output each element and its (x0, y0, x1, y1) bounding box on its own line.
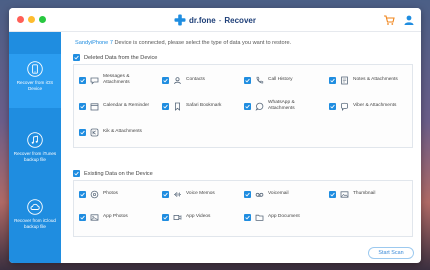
checkbox[interactable] (79, 190, 86, 198)
checkbox[interactable] (79, 102, 86, 110)
device-name: SandyiPhone 7 (75, 40, 113, 46)
existing-select-all-checkbox[interactable] (73, 170, 80, 177)
option-label: Voice Memos (186, 191, 215, 196)
phone-call-icon (256, 76, 264, 83)
cart-icon[interactable] (383, 14, 395, 26)
title-bar: dr.fone - Recover (9, 8, 421, 32)
option-label: Notes & Attachments (353, 77, 398, 82)
photos-icon (90, 190, 99, 198)
option-whatsapp[interactable]: WhatsApp & Attachments (244, 99, 318, 113)
voicemail-icon (255, 192, 264, 197)
sidebar: Recover from iOS Device Recover from iTu… (9, 32, 61, 263)
option-label: Calendar & Reminder (103, 103, 150, 108)
option-label: Call History (268, 77, 293, 82)
title-separator: - (218, 15, 222, 25)
app-window: dr.fone - Recover Recover from iOS Devic… (9, 8, 421, 263)
option-contacts[interactable]: Contacts (162, 73, 236, 87)
checkbox[interactable] (79, 213, 86, 221)
bookmark-icon (175, 102, 180, 111)
existing-data-panel: Photos Voice Memos Voicemail Thumbnail A… (73, 180, 413, 237)
option-safari-bookmark[interactable]: Safari Bookmark (162, 99, 236, 113)
message-icon (90, 77, 99, 84)
checkbox[interactable] (329, 76, 336, 84)
checkbox[interactable] (162, 76, 169, 84)
option-call-history[interactable]: Call History (244, 73, 318, 87)
option-label: Photos (103, 191, 118, 196)
option-kik[interactable]: Kik & Attachments (79, 125, 153, 139)
start-scan-button[interactable]: Start Scan (368, 247, 414, 259)
section-title: Existing Data on the Device (84, 170, 153, 177)
option-label: App Photos (103, 214, 128, 219)
deleted-data-panel: Messages & Attachments Contacts Call His… (73, 64, 413, 148)
thumbnail-icon (340, 190, 349, 198)
notes-icon (341, 76, 348, 84)
option-photos[interactable]: Photos (79, 187, 153, 201)
option-voice-memos[interactable]: Voice Memos (162, 187, 236, 201)
checkbox[interactable] (244, 190, 251, 198)
option-label: Safari Bookmark (186, 103, 222, 108)
option-messages[interactable]: Messages & Attachments (79, 73, 153, 87)
connection-message: SandyiPhone 7 Device is connected, pleas… (75, 40, 291, 46)
option-app-document[interactable]: App Document (244, 210, 318, 224)
checkbox[interactable] (162, 213, 169, 221)
sidebar-item-label: Recover from iOS Device (16, 80, 54, 91)
checkbox[interactable] (244, 76, 251, 84)
user-account-icon[interactable] (403, 14, 415, 26)
sidebar-item-label: Recover from iCloud backup file (14, 218, 56, 229)
brand-name: dr.fone (189, 15, 216, 25)
sidebar-item-ios-device[interactable]: Recover from iOS Device (9, 54, 61, 108)
app-title: dr.fone - Recover (9, 13, 421, 27)
option-thumbnail[interactable]: Thumbnail (329, 187, 403, 201)
existing-data-header[interactable]: Existing Data on the Device (73, 169, 153, 178)
option-label: Messages & Attachments (103, 74, 130, 85)
music-icon (27, 132, 43, 148)
kik-icon (90, 128, 99, 136)
option-label: Thumbnail (353, 191, 376, 196)
sidebar-item-label: Recover from iTunes backup file (13, 151, 57, 162)
option-label: Voicemail (268, 191, 289, 196)
option-notes[interactable]: Notes & Attachments (329, 73, 403, 87)
cloud-icon (27, 199, 43, 215)
drfone-logo-icon (174, 14, 186, 26)
checkbox[interactable] (162, 190, 169, 198)
option-label: WhatsApp & Attachments (268, 100, 295, 111)
option-label: App Videos (186, 214, 211, 219)
sidebar-item-itunes-backup[interactable]: Recover from iTunes backup file (9, 125, 61, 179)
checkbox[interactable] (329, 190, 336, 198)
option-voicemail[interactable]: Voicemail (244, 187, 318, 201)
checkbox[interactable] (162, 102, 169, 110)
option-label: Kik & Attachments (103, 129, 142, 134)
contacts-icon (174, 76, 181, 84)
option-label: Viber & Attachments (353, 103, 397, 108)
option-app-photos[interactable]: App Photos (79, 210, 153, 224)
option-app-videos[interactable]: App Videos (162, 210, 236, 224)
module-name: Recover (224, 15, 256, 25)
checkbox[interactable] (329, 102, 336, 110)
app-document-icon (255, 214, 264, 221)
option-viber[interactable]: Viber & Attachments (329, 99, 403, 113)
checkbox[interactable] (79, 128, 86, 136)
checkbox[interactable] (244, 102, 251, 110)
app-photos-icon (90, 213, 99, 221)
main-content: SandyiPhone 7 Device is connected, pleas… (61, 32, 421, 263)
section-title: Deleted Data from the Device (84, 54, 158, 61)
deleted-data-header[interactable]: Deleted Data from the Device (73, 53, 157, 62)
voice-memo-icon (174, 191, 181, 197)
whatsapp-icon (255, 102, 264, 111)
option-label: App Document (268, 214, 300, 219)
option-label: Contacts (186, 77, 205, 82)
viber-icon (341, 102, 348, 111)
app-videos-icon (173, 214, 182, 220)
sidebar-item-icloud-backup[interactable]: Recover from iCloud backup file (9, 192, 61, 246)
phone-icon (27, 61, 43, 77)
checkbox[interactable] (79, 76, 86, 84)
checkbox[interactable] (244, 213, 251, 221)
option-calendar[interactable]: Calendar & Reminder (79, 99, 153, 113)
connection-text: Device is connected, please select the t… (112, 40, 292, 46)
calendar-icon (90, 102, 99, 110)
deleted-select-all-checkbox[interactable] (73, 54, 80, 61)
